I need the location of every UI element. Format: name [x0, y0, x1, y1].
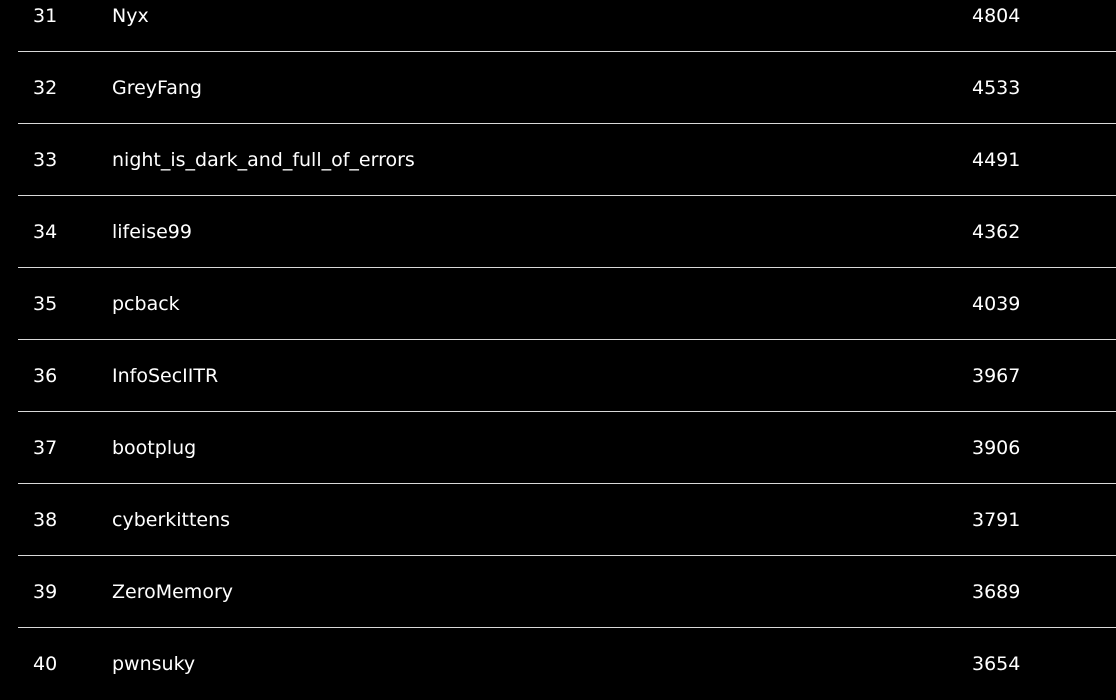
table-row: 31 Nyx 4804 [0, 0, 1116, 52]
table-row: 38 cyberkittens 3791 [0, 484, 1116, 556]
rank-cell: 32 [33, 77, 58, 99]
team-name-cell: InfoSecIITR [112, 365, 219, 387]
team-name-cell: ZeroMemory [112, 581, 233, 603]
team-name-cell: Nyx [112, 5, 149, 27]
rank-cell: 37 [33, 437, 58, 459]
table-row: 33 night_is_dark_and_full_of_errors 4491 [0, 124, 1116, 196]
rank-cell: 35 [33, 293, 58, 315]
table-row: 34 lifeise99 4362 [0, 196, 1116, 268]
rank-cell: 34 [33, 221, 58, 243]
table-row: 36 InfoSecIITR 3967 [0, 340, 1116, 412]
team-name-cell: bootplug [112, 437, 197, 459]
table-row: 39 ZeroMemory 3689 [0, 556, 1116, 628]
rank-cell: 38 [33, 509, 58, 531]
rank-cell: 31 [33, 5, 58, 27]
score-cell: 4362 [972, 221, 1021, 243]
score-cell: 3967 [972, 365, 1021, 387]
table-row: 40 pwnsuky 3654 [0, 628, 1116, 700]
rank-cell: 33 [33, 149, 58, 171]
score-cell: 4533 [972, 77, 1021, 99]
score-cell: 3689 [972, 581, 1021, 603]
score-cell: 3791 [972, 509, 1021, 531]
team-name-cell: pwnsuky [112, 653, 196, 675]
table-row: 32 GreyFang 4533 [0, 52, 1116, 124]
table-row: 37 bootplug 3906 [0, 412, 1116, 484]
score-cell: 4491 [972, 149, 1021, 171]
team-name-cell: cyberkittens [112, 509, 231, 531]
team-name-cell: pcback [112, 293, 180, 315]
team-name-cell: night_is_dark_and_full_of_errors [112, 149, 415, 171]
table-row: 35 pcback 4039 [0, 268, 1116, 340]
score-cell: 3906 [972, 437, 1021, 459]
score-cell: 3654 [972, 653, 1021, 675]
team-name-cell: lifeise99 [112, 221, 192, 243]
rank-cell: 36 [33, 365, 58, 387]
scoreboard-table: 31 Nyx 4804 32 GreyFang 4533 33 night_is… [0, 0, 1116, 700]
score-cell: 4804 [972, 5, 1021, 27]
rank-cell: 40 [33, 653, 58, 675]
rank-cell: 39 [33, 581, 58, 603]
score-cell: 4039 [972, 293, 1021, 315]
team-name-cell: GreyFang [112, 77, 202, 99]
